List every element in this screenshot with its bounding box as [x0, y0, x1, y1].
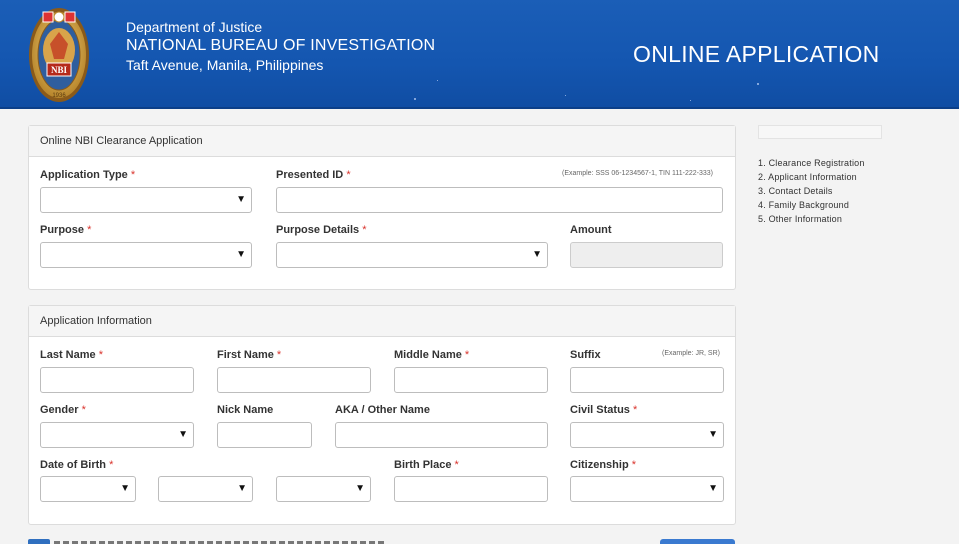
- civil-status-label: Civil Status *: [570, 404, 638, 416]
- suffix-input[interactable]: [570, 367, 724, 393]
- birth-month-select[interactable]: ▼: [40, 476, 136, 502]
- chevron-down-icon: ▼: [355, 483, 365, 494]
- civil-status-select[interactable]: ▼: [570, 422, 724, 448]
- step-item[interactable]: 5. Other Information: [758, 212, 865, 226]
- chevron-down-icon: ▼: [178, 429, 188, 440]
- date-of-birth-label: Date of Birth *: [40, 459, 114, 471]
- first-name-input[interactable]: [217, 367, 371, 393]
- birth-place-input[interactable]: [394, 476, 548, 502]
- gender-select[interactable]: ▼: [40, 422, 194, 448]
- purpose-details-select[interactable]: ▼: [276, 242, 548, 268]
- chevron-down-icon: ▼: [708, 429, 718, 440]
- bureau-name: NATIONAL BUREAU OF INVESTIGATION: [126, 37, 436, 54]
- purpose-label: Purpose *: [40, 224, 92, 236]
- middle-name-label: Middle Name *: [394, 349, 470, 361]
- step-item[interactable]: 3. Contact Details: [758, 184, 865, 198]
- chevron-down-icon: ▼: [237, 483, 247, 494]
- chevron-down-icon: ▼: [708, 483, 718, 494]
- application-information-panel: Application Information Last Name * Firs…: [28, 305, 736, 525]
- step-item[interactable]: 2. Applicant Information: [758, 170, 865, 184]
- citizenship-label: Citizenship *: [570, 459, 637, 471]
- gender-label: Gender *: [40, 404, 86, 416]
- last-name-input[interactable]: [40, 367, 194, 393]
- chevron-down-icon: ▼: [236, 249, 246, 260]
- step-item[interactable]: 1. Clearance Registration: [758, 156, 865, 170]
- site-header: NBI 1936 Department of Justice NATIONAL …: [0, 0, 959, 109]
- nick-name-label: Nick Name: [217, 404, 274, 416]
- presented-id-input[interactable]: [276, 187, 723, 213]
- birth-year-select[interactable]: ▼: [276, 476, 371, 502]
- presented-id-label: Presented ID *: [276, 169, 351, 181]
- aka-label: AKA / Other Name: [335, 404, 430, 416]
- citizenship-select[interactable]: ▼: [570, 476, 724, 502]
- chevron-down-icon: ▼: [120, 483, 130, 494]
- agreement-text-cropped: [54, 538, 384, 544]
- birth-day-select[interactable]: ▼: [158, 476, 253, 502]
- checkbox[interactable]: [28, 539, 50, 544]
- purpose-details-label: Purpose Details *: [276, 224, 367, 236]
- panel-title: Application Information: [29, 306, 735, 337]
- chevron-down-icon: ▼: [532, 249, 542, 260]
- purpose-select[interactable]: ▼: [40, 242, 252, 268]
- sidebar-box: [758, 125, 882, 139]
- first-name-label: First Name *: [217, 349, 282, 361]
- svg-text:1936: 1936: [52, 93, 66, 99]
- amount-field: [570, 242, 723, 268]
- middle-name-input[interactable]: [394, 367, 548, 393]
- page-title: ONLINE APPLICATION: [633, 41, 880, 67]
- bureau-address: Taft Avenue, Manila, Philippines: [126, 57, 324, 73]
- step-item[interactable]: 4. Family Background: [758, 198, 865, 212]
- aka-input[interactable]: [335, 422, 548, 448]
- department-name: Department of Justice: [126, 19, 263, 35]
- birth-place-label: Birth Place *: [394, 459, 459, 471]
- application-type-label: Application Type *: [40, 169, 136, 181]
- suffix-hint: (Example: JR, SR): [662, 350, 720, 357]
- clearance-application-panel: Online NBI Clearance Application Applica…: [28, 125, 736, 290]
- next-button[interactable]: [660, 539, 735, 544]
- nick-name-input[interactable]: [217, 422, 312, 448]
- application-type-select[interactable]: ▼: [40, 187, 252, 213]
- chevron-down-icon: ▼: [236, 194, 246, 205]
- last-name-label: Last Name *: [40, 349, 103, 361]
- nbi-seal-logo: NBI 1936: [29, 8, 89, 102]
- panel-title: Online NBI Clearance Application: [29, 126, 735, 157]
- amount-label: Amount: [570, 224, 612, 236]
- suffix-label: Suffix: [570, 349, 601, 361]
- svg-text:NBI: NBI: [51, 65, 68, 75]
- presented-id-hint: (Example: SSS 06-1234567-1, TIN 111-222-…: [562, 170, 713, 177]
- application-steps-list: 1. Clearance Registration 2. Applicant I…: [758, 156, 865, 226]
- organization-block: Department of Justice NATIONAL BUREAU OF…: [126, 19, 435, 75]
